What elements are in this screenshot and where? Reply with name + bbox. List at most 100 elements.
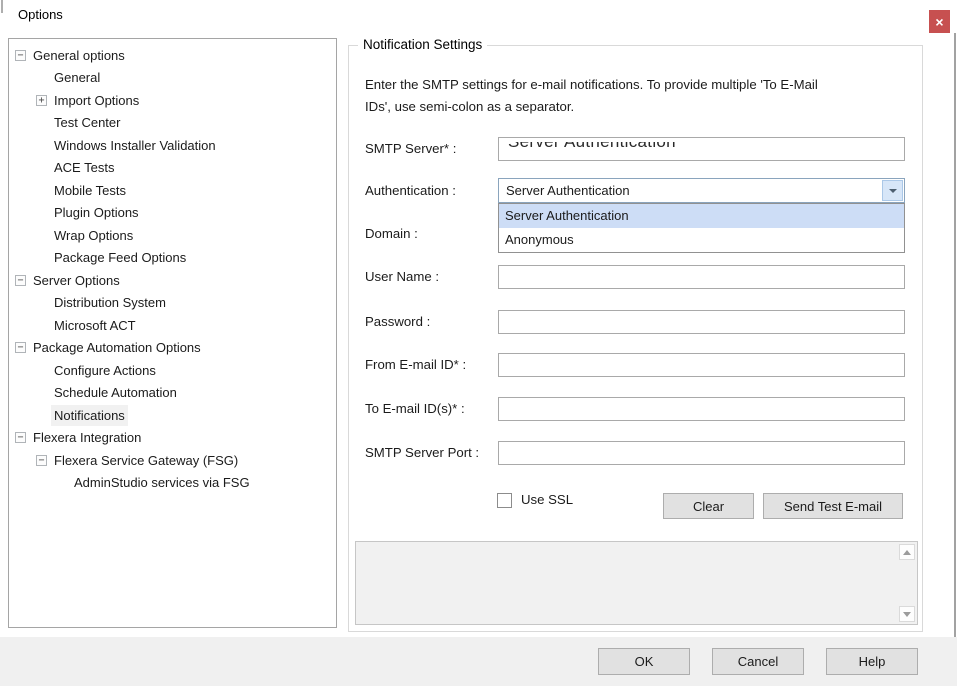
tree-indent-spacer bbox=[36, 140, 47, 151]
expand-icon[interactable]: + bbox=[36, 95, 47, 106]
use-ssl-label: Use SSL bbox=[521, 492, 573, 507]
tree-item-package-feed-options[interactable]: Package Feed Options bbox=[9, 247, 336, 270]
scroll-up-icon bbox=[903, 550, 911, 555]
window-right-border bbox=[954, 33, 956, 686]
collapse-icon[interactable]: − bbox=[15, 275, 26, 286]
help-button[interactable]: Help bbox=[826, 648, 918, 675]
tree-item-label: Package Automation Options bbox=[33, 340, 201, 355]
status-message-box bbox=[355, 541, 918, 625]
description-line-1: Enter the SMTP settings for e-mail notif… bbox=[365, 74, 818, 96]
authentication-label: Authentication : bbox=[365, 183, 456, 198]
smtp-description: Enter the SMTP settings for e-mail notif… bbox=[365, 74, 818, 117]
collapse-icon[interactable]: − bbox=[15, 50, 26, 61]
smtp-server-label: SMTP Server* : bbox=[365, 141, 456, 156]
scroll-down-button[interactable] bbox=[899, 606, 915, 622]
tree-item-label: Plugin Options bbox=[54, 205, 139, 220]
tree-item-test-center[interactable]: Test Center bbox=[9, 112, 336, 135]
dialog-footer: OK Cancel Help bbox=[0, 637, 957, 686]
tree-item-server-options[interactable]: −Server Options bbox=[9, 269, 336, 292]
options-tree[interactable]: −General options General + Import Options Te… bbox=[8, 38, 337, 628]
tree-item-label: Test Center bbox=[54, 115, 120, 130]
collapse-icon[interactable]: − bbox=[36, 455, 47, 466]
tree-item-label: Configure Actions bbox=[54, 363, 156, 378]
combobox-dropdown-button[interactable] bbox=[882, 180, 903, 201]
tree-item-notifications[interactable]: Notifications bbox=[9, 404, 336, 427]
authentication-combobox[interactable]: Server Authentication bbox=[498, 178, 905, 203]
tree-indent-spacer bbox=[36, 387, 47, 398]
tree-item-distribution-system[interactable]: Distribution System bbox=[9, 292, 336, 315]
tree-indent-spacer bbox=[36, 162, 47, 173]
tree-item-import-options[interactable]: + Import Options bbox=[9, 89, 336, 112]
to-email-label: To E-mail ID(s)* : bbox=[365, 401, 465, 416]
from-email-label: From E-mail ID* : bbox=[365, 357, 466, 372]
to-email-input[interactable] bbox=[498, 397, 905, 421]
domain-label: Domain : bbox=[365, 226, 418, 241]
tree-item-configure-actions[interactable]: Configure Actions bbox=[9, 359, 336, 382]
description-line-2: IDs', use semi-colon as a separator. bbox=[365, 96, 818, 118]
dropdown-option-server-authentication[interactable]: Server Authentication bbox=[499, 204, 904, 228]
collapse-icon[interactable]: − bbox=[15, 342, 26, 353]
tree-item-schedule-automation[interactable]: Schedule Automation bbox=[9, 382, 336, 405]
smtp-server-input[interactable]: Server Authentication bbox=[498, 137, 905, 161]
tree-item-label: Notifications bbox=[54, 408, 125, 423]
tree-indent-spacer bbox=[36, 320, 47, 331]
tree-item-label: Flexera Integration bbox=[33, 430, 141, 445]
tree-indent-spacer bbox=[36, 72, 47, 83]
tree-indent-spacer bbox=[36, 207, 47, 218]
tree-indent-spacer bbox=[36, 117, 47, 128]
cancel-button[interactable]: Cancel bbox=[712, 648, 804, 675]
scroll-up-button[interactable] bbox=[899, 544, 915, 560]
user-name-input[interactable] bbox=[498, 265, 905, 289]
ok-button[interactable]: OK bbox=[598, 648, 690, 675]
send-test-email-button[interactable]: Send Test E-mail bbox=[763, 493, 903, 519]
tree-item-ace-tests[interactable]: ACE Tests bbox=[9, 157, 336, 180]
combobox-value: Server Authentication bbox=[506, 183, 630, 198]
tree-indent-spacer bbox=[36, 410, 47, 421]
tree-item-label: Server Options bbox=[33, 273, 120, 288]
tree-item-label: Wrap Options bbox=[54, 228, 133, 243]
close-icon: × bbox=[935, 15, 943, 29]
tree-item-plugin-options[interactable]: Plugin Options bbox=[9, 202, 336, 225]
tree-item-package-automation-options[interactable]: −Package Automation Options bbox=[9, 337, 336, 360]
window-title: Options bbox=[18, 7, 63, 22]
tree-item-label: Import Options bbox=[54, 93, 139, 108]
tree-item-label: Package Feed Options bbox=[54, 250, 186, 265]
tree-indent-spacer bbox=[36, 230, 47, 241]
tree-indent-spacer bbox=[36, 297, 47, 308]
tree-item-wrap-options[interactable]: Wrap Options bbox=[9, 224, 336, 247]
tree-item-label: Distribution System bbox=[54, 295, 166, 310]
tree-item-general[interactable]: General bbox=[9, 67, 336, 90]
options-dialog: Options × −General options General + Import… bbox=[0, 0, 957, 686]
close-button[interactable]: × bbox=[929, 10, 950, 33]
tree-item-windows-installer-validation[interactable]: Windows Installer Validation bbox=[9, 134, 336, 157]
chevron-down-icon bbox=[889, 189, 897, 193]
use-ssl-checkbox[interactable] bbox=[497, 493, 512, 508]
window-edge-artifact bbox=[1, 0, 3, 13]
tree-indent-spacer bbox=[36, 252, 47, 263]
dropdown-option-anonymous[interactable]: Anonymous bbox=[499, 228, 904, 252]
tree-item-adminstudio-services-via-fsg[interactable]: AdminStudio services via FSG bbox=[9, 472, 336, 495]
smtp-port-input[interactable] bbox=[498, 441, 905, 465]
tree-item-label: General bbox=[54, 70, 100, 85]
smtp-server-clipped-text: Server Authentication bbox=[508, 142, 676, 150]
tree-item-label: ACE Tests bbox=[54, 160, 114, 175]
authentication-dropdown-list: Server Authentication Anonymous bbox=[498, 203, 905, 253]
tree-item-mobile-tests[interactable]: Mobile Tests bbox=[9, 179, 336, 202]
tree-item-label: Schedule Automation bbox=[54, 385, 177, 400]
tree-indent-spacer bbox=[56, 477, 67, 488]
collapse-icon[interactable]: − bbox=[15, 432, 26, 443]
tree-item-label: Windows Installer Validation bbox=[54, 138, 216, 153]
password-label: Password : bbox=[365, 314, 430, 329]
from-email-input[interactable] bbox=[498, 353, 905, 377]
password-input[interactable] bbox=[498, 310, 905, 334]
tree-item-flexera-service-gateway-fsg[interactable]: −Flexera Service Gateway (FSG) bbox=[9, 449, 336, 472]
tree-item-label: Microsoft ACT bbox=[54, 318, 136, 333]
tree-item-microsoft-act[interactable]: Microsoft ACT bbox=[9, 314, 336, 337]
user-name-label: User Name : bbox=[365, 269, 439, 284]
tree-item-flexera-integration[interactable]: −Flexera Integration bbox=[9, 427, 336, 450]
tree-item-label: Flexera Service Gateway (FSG) bbox=[54, 453, 238, 468]
smtp-port-label: SMTP Server Port : bbox=[365, 445, 479, 460]
tree-item-label: Mobile Tests bbox=[54, 183, 126, 198]
clear-button[interactable]: Clear bbox=[663, 493, 754, 519]
tree-item-general-options[interactable]: −General options bbox=[9, 44, 336, 67]
